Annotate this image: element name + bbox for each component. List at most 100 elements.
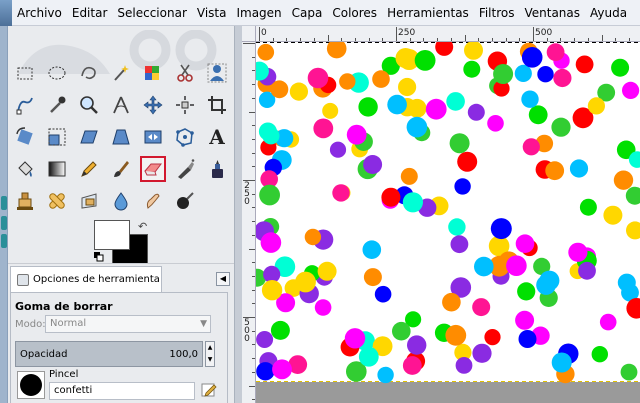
swap-colors-icon[interactable]: ↶	[138, 220, 147, 233]
confetti-dot	[445, 324, 467, 346]
chevron-down-icon: ▼	[200, 319, 207, 329]
text-tool-button[interactable]: A	[204, 124, 230, 150]
pencil-tool-button[interactable]	[76, 156, 102, 182]
app-icon	[0, 0, 12, 26]
ruler-tick	[491, 38, 493, 41]
ruler-tick	[252, 262, 255, 264]
menu-seleccionar[interactable]: Seleccionar	[112, 0, 191, 26]
vertical-ruler[interactable]: 2 5 0 5 0 0	[242, 42, 256, 403]
menu-colores[interactable]: Colores	[327, 0, 382, 26]
smudge-tool-button[interactable]	[140, 188, 166, 214]
canvas-image[interactable]	[256, 42, 640, 403]
fuzzy-select-tool-button[interactable]	[108, 60, 134, 86]
confetti-dot	[613, 170, 634, 190]
ruler-tick	[252, 358, 255, 360]
confetti-dot	[358, 346, 379, 367]
ruler-tick	[252, 152, 255, 154]
heal-tool-button[interactable]	[44, 188, 70, 214]
blend-tool-button[interactable]	[44, 156, 70, 182]
airbrush-tool-button[interactable]	[172, 156, 198, 182]
foreground-select-tool-button[interactable]	[204, 60, 230, 86]
menu-filtros[interactable]: Filtros	[474, 0, 520, 26]
confetti-dot	[463, 60, 481, 78]
zoom-tool-button[interactable]	[76, 92, 102, 118]
tab-menu-button[interactable]: ◀	[216, 272, 230, 286]
ruler-tick	[409, 38, 411, 41]
shear-tool-button[interactable]	[76, 124, 102, 150]
color-area[interactable]: ↶	[94, 220, 154, 266]
image-canvas[interactable]	[256, 42, 640, 403]
brush-preview[interactable]	[17, 371, 45, 399]
eraser-tool-button[interactable]	[140, 156, 166, 182]
mode-select-value: Normal	[50, 318, 87, 329]
clone-tool-button[interactable]	[12, 188, 38, 214]
menu-ventanas[interactable]: Ventanas	[519, 0, 585, 26]
menu-imagen[interactable]: Imagen	[231, 0, 286, 26]
perspective-tool-button[interactable]	[108, 124, 134, 150]
flip-tool-button[interactable]	[140, 124, 166, 150]
ruler-tick	[533, 27, 534, 41]
reset-colors-icon[interactable]	[94, 252, 104, 262]
ellipse-select-tool-button[interactable]	[44, 60, 70, 86]
menu-capa[interactable]: Capa	[287, 0, 328, 26]
perspective-clone-tool-button[interactable]	[76, 188, 102, 214]
paths-tool-button[interactable]	[12, 92, 38, 118]
scissors-select-tool-button[interactable]	[172, 60, 198, 86]
ruler-tick	[252, 166, 255, 168]
smudge-tool-icon	[146, 193, 160, 209]
tool-options-tab[interactable]: Opciones de herramienta	[10, 266, 162, 292]
confetti-dot	[304, 228, 322, 246]
confetti-dot	[518, 330, 537, 348]
confetti-dot	[514, 64, 532, 82]
confetti-dot	[591, 346, 608, 363]
confetti-dot	[329, 141, 347, 158]
zoom-tool-icon	[80, 96, 98, 114]
edge-marker	[1, 234, 7, 248]
scale-tool-button[interactable]	[44, 124, 70, 150]
brush-label: Pincel	[49, 369, 79, 380]
free-select-tool-button[interactable]	[76, 60, 102, 86]
blur-sharpen-tool-button[interactable]	[108, 188, 134, 214]
ruler-tick	[354, 38, 356, 41]
horizontal-ruler[interactable]: 0 250 500	[256, 26, 640, 42]
opacity-spinner[interactable]: ▲ ▼	[205, 341, 215, 367]
menu-vista[interactable]: Vista	[192, 0, 232, 26]
confetti-dot	[487, 115, 504, 132]
measure-tool-button[interactable]	[108, 92, 134, 118]
move-tool-button[interactable]	[140, 92, 166, 118]
menu-archivo[interactable]: Archivo	[12, 0, 67, 26]
confetti-dot	[358, 97, 378, 117]
opacity-label: Opacidad	[20, 349, 68, 360]
dodge-burn-tool-button[interactable]	[172, 188, 198, 214]
panel-separator[interactable]	[234, 26, 242, 403]
opacity-slider[interactable]: Opacidad 100,0	[15, 341, 203, 367]
edit-brush-icon[interactable]	[201, 382, 217, 398]
ink-tool-button[interactable]	[204, 156, 230, 182]
ruler-tick	[252, 399, 255, 401]
rotate-tool-button[interactable]	[12, 124, 38, 150]
bucket-fill-tool-button[interactable]	[12, 156, 38, 182]
brush-name-field[interactable]: confetti	[49, 382, 195, 400]
color-picker-tool-button[interactable]	[44, 92, 70, 118]
select-by-color-tool-button[interactable]	[140, 60, 166, 86]
ruler-tick	[252, 330, 255, 332]
cage-transform-tool-button[interactable]	[172, 124, 198, 150]
rect-select-tool-button[interactable]	[12, 60, 38, 86]
confetti-dot	[381, 187, 401, 207]
menu-herramientas[interactable]: Herramientas	[382, 0, 474, 26]
ruler-tick	[628, 38, 630, 41]
confetti-dot	[457, 151, 478, 172]
ruler-tick	[259, 27, 260, 41]
bucket-fill-tool-icon	[18, 161, 33, 177]
mode-select[interactable]: Normal ▼	[45, 315, 211, 333]
menu-editar[interactable]: Editar	[67, 0, 113, 26]
menu-ayuda[interactable]: Ayuda	[585, 0, 632, 26]
paintbrush-tool-button[interactable]	[108, 156, 134, 182]
foreground-color-swatch[interactable]	[94, 220, 130, 250]
tool-options-body: Goma de borrar Modo: Normal ▼ Opacidad 1…	[10, 292, 228, 403]
dodge-burn-tool-icon	[177, 192, 194, 209]
crop-tool-button[interactable]	[204, 92, 230, 118]
align-tool-button[interactable]	[172, 92, 198, 118]
confetti-dot	[579, 198, 597, 216]
confetti-dot	[346, 124, 367, 145]
